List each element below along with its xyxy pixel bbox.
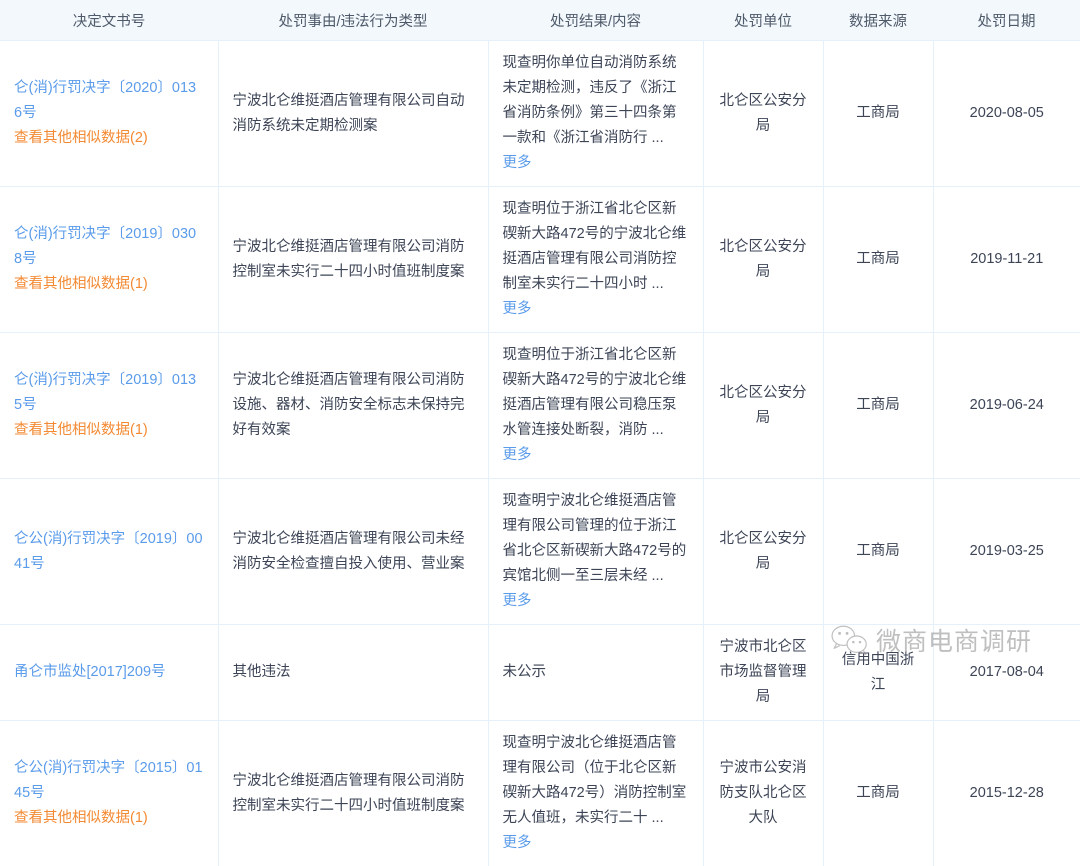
cell-org: 北仑区公安分局	[703, 41, 823, 187]
truncation-ellipsis: ...	[648, 810, 664, 826]
cell-doc-no: 仑(消)行罚决字〔2020〕0136号查看其他相似数据(2)	[0, 41, 218, 187]
cell-doc-no: 仑公(消)行罚决字〔2019〕0041号	[0, 479, 218, 625]
cell-doc-no: 仑(消)行罚决字〔2019〕0308号查看其他相似数据(1)	[0, 187, 218, 333]
column-header-date: 处罚日期	[933, 0, 1080, 41]
document-number-link[interactable]: 仑公(消)行罚决字〔2015〕0145号	[14, 756, 204, 806]
result-text: 未公示	[503, 664, 547, 680]
cell-doc-no: 甬仑市监处[2017]209号	[0, 625, 218, 721]
show-more-link[interactable]: 更多	[503, 835, 532, 851]
cell-org: 北仑区公安分局	[703, 479, 823, 625]
cell-org: 北仑区公安分局	[703, 333, 823, 479]
table-row: 仑(消)行罚决字〔2019〕0135号查看其他相似数据(1)宁波北仑维挺酒店管理…	[0, 333, 1080, 479]
penalty-records-table: 决定文书号 处罚事由/违法行为类型 处罚结果/内容 处罚单位 数据来源 处罚日期…	[0, 0, 1080, 866]
cell-reason: 宁波北仑维挺酒店管理有限公司消防设施、器材、消防安全标志未保持完好有效案	[218, 333, 488, 479]
show-more-link[interactable]: 更多	[503, 593, 532, 609]
column-header-source: 数据来源	[823, 0, 933, 41]
column-header-doc-no: 决定文书号	[0, 0, 218, 41]
cell-result: 未公示	[488, 625, 703, 721]
cell-source: 工商局	[823, 187, 933, 333]
show-more-link[interactable]: 更多	[503, 155, 532, 171]
truncation-ellipsis: ...	[648, 276, 664, 292]
cell-result: 现查明宁波北仑维挺酒店管理有限公司（位于北仑区新碶新大路472号）消防控制室无人…	[488, 721, 703, 866]
column-header-result: 处罚结果/内容	[488, 0, 703, 41]
truncation-ellipsis: ...	[648, 422, 664, 438]
table-row: 甬仑市监处[2017]209号其他违法未公示 宁波市北仑区市场监督管理局信用中国浙…	[0, 625, 1080, 721]
table-header-row: 决定文书号 处罚事由/违法行为类型 处罚结果/内容 处罚单位 数据来源 处罚日期	[0, 0, 1080, 41]
table-row: 仑公(消)行罚决字〔2015〕0145号查看其他相似数据(1)宁波北仑维挺酒店管…	[0, 721, 1080, 866]
cell-source: 工商局	[823, 333, 933, 479]
cell-org: 北仑区公安分局	[703, 187, 823, 333]
cell-date: 2015-12-28	[933, 721, 1080, 866]
cell-date: 2019-06-24	[933, 333, 1080, 479]
table-row: 仑(消)行罚决字〔2020〕0136号查看其他相似数据(2)宁波北仑维挺酒店管理…	[0, 41, 1080, 187]
table-header: 决定文书号 处罚事由/违法行为类型 处罚结果/内容 处罚单位 数据来源 处罚日期	[0, 0, 1080, 41]
cell-org: 宁波市公安消防支队北仑区大队	[703, 721, 823, 866]
table-row: 仑公(消)行罚决字〔2019〕0041号宁波北仑维挺酒店管理有限公司未经消防安全…	[0, 479, 1080, 625]
cell-result: 现查明位于浙江省北仑区新碶新大路472号的宁波北仑维挺酒店管理有限公司稳压泵水管…	[488, 333, 703, 479]
column-header-org: 处罚单位	[703, 0, 823, 41]
cell-date: 2019-11-21	[933, 187, 1080, 333]
cell-org: 宁波市北仑区市场监督管理局	[703, 625, 823, 721]
cell-doc-no: 仑公(消)行罚决字〔2015〕0145号查看其他相似数据(1)	[0, 721, 218, 866]
cell-reason: 宁波北仑维挺酒店管理有限公司消防控制室未实行二十四小时值班制度案	[218, 187, 488, 333]
cell-source: 工商局	[823, 721, 933, 866]
table-row: 仑(消)行罚决字〔2019〕0308号查看其他相似数据(1)宁波北仑维挺酒店管理…	[0, 187, 1080, 333]
cell-reason: 其他违法	[218, 625, 488, 721]
cell-source: 工商局	[823, 41, 933, 187]
document-number-link[interactable]: 仑(消)行罚决字〔2019〕0135号	[14, 368, 204, 418]
cell-result: 现查明你单位自动消防系统未定期检测，违反了《浙江省消防条例》第三十四条第一款和《…	[488, 41, 703, 187]
cell-reason: 宁波北仑维挺酒店管理有限公司未经消防安全检查擅自投入使用、营业案	[218, 479, 488, 625]
view-similar-records-link[interactable]: 查看其他相似数据(1)	[14, 418, 204, 443]
table-body: 仑(消)行罚决字〔2020〕0136号查看其他相似数据(2)宁波北仑维挺酒店管理…	[0, 41, 1080, 866]
view-similar-records-link[interactable]: 查看其他相似数据(2)	[14, 126, 204, 151]
truncation-ellipsis: ...	[648, 130, 664, 146]
view-similar-records-link[interactable]: 查看其他相似数据(1)	[14, 806, 204, 831]
cell-result: 现查明位于浙江省北仑区新碶新大路472号的宁波北仑维挺酒店管理有限公司消防控制室…	[488, 187, 703, 333]
show-more-link[interactable]: 更多	[503, 447, 532, 463]
cell-reason: 宁波北仑维挺酒店管理有限公司消防控制室未实行二十四小时值班制度案	[218, 721, 488, 866]
document-number-link[interactable]: 仑公(消)行罚决字〔2019〕0041号	[14, 527, 204, 577]
view-similar-records-link[interactable]: 查看其他相似数据(1)	[14, 272, 204, 297]
cell-result: 现查明宁波北仑维挺酒店管理有限公司管理的位于浙江省北仑区新碶新大路472号的宾馆…	[488, 479, 703, 625]
document-number-link[interactable]: 仑(消)行罚决字〔2020〕0136号	[14, 76, 204, 126]
cell-source: 信用中国浙江	[823, 625, 933, 721]
penalty-records-panel: 决定文书号 处罚事由/违法行为类型 处罚结果/内容 处罚单位 数据来源 处罚日期…	[0, 0, 1080, 690]
document-number-link[interactable]: 甬仑市监处[2017]209号	[14, 660, 204, 685]
document-number-link[interactable]: 仑(消)行罚决字〔2019〕0308号	[14, 222, 204, 272]
show-more-link[interactable]: 更多	[503, 301, 532, 317]
column-header-reason: 处罚事由/违法行为类型	[218, 0, 488, 41]
truncation-ellipsis: ...	[648, 568, 664, 584]
cell-date: 2019-03-25	[933, 479, 1080, 625]
cell-date: 2020-08-05	[933, 41, 1080, 187]
cell-source: 工商局	[823, 479, 933, 625]
cell-reason: 宁波北仑维挺酒店管理有限公司自动消防系统未定期检测案	[218, 41, 488, 187]
cell-date: 2017-08-04	[933, 625, 1080, 721]
cell-doc-no: 仑(消)行罚决字〔2019〕0135号查看其他相似数据(1)	[0, 333, 218, 479]
